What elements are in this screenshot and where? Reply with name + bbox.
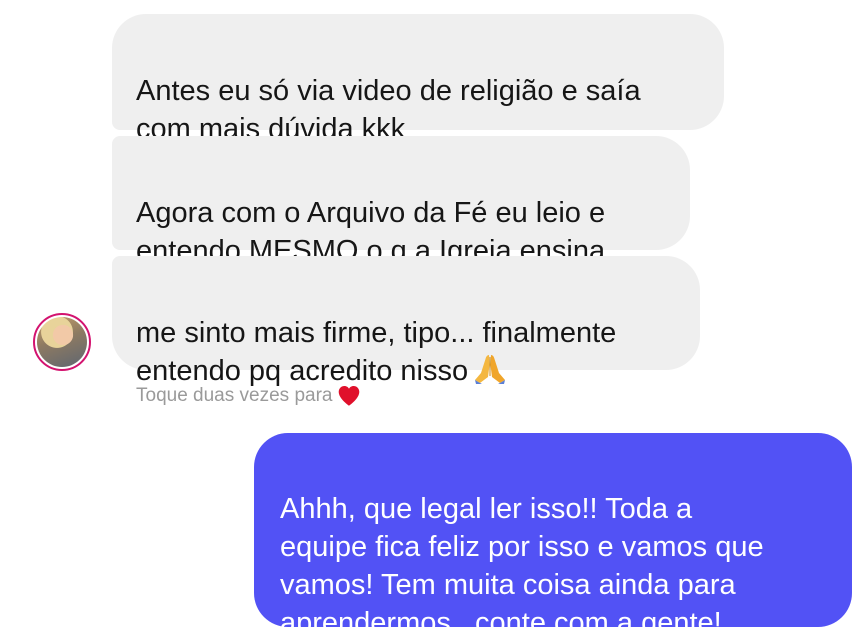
avatar[interactable]: [33, 313, 91, 371]
incoming-message-3[interactable]: me sinto mais firme, tipo... finalmente …: [112, 256, 700, 387]
message-text: me sinto mais firme, tipo... finalmente …: [136, 317, 617, 387]
reaction-hint: Toque duas vezes para: [136, 383, 362, 409]
heart-icon: [336, 383, 362, 409]
reaction-hint-text: Toque duas vezes para: [136, 385, 333, 406]
avatar-photo: [37, 317, 87, 367]
incoming-message-1[interactable]: Antes eu só via video de religião e saía…: [112, 14, 724, 145]
incoming-message-2[interactable]: Agora com o Arquivo da Fé eu leio e ente…: [112, 136, 690, 267]
praying-hands-icon: [472, 353, 508, 385]
outgoing-message[interactable]: Ahhh, que legal ler isso!! Toda a equipe…: [254, 433, 852, 639]
message-text: Antes eu só via video de religião e saía…: [136, 75, 641, 145]
message-text: Ahhh, que legal ler isso!! Toda a equipe…: [280, 493, 764, 639]
